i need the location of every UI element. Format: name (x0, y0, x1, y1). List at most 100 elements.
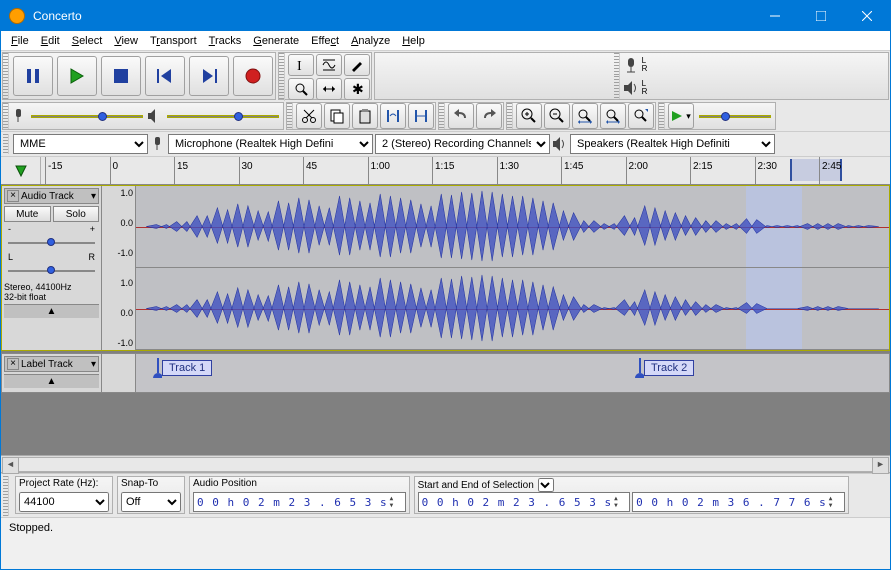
timeline-tick: 2:30 (755, 157, 777, 184)
track-name[interactable]: Label Track (21, 359, 89, 370)
playback-device-select[interactable]: Speakers (Realtek High Definiti (570, 134, 775, 154)
grip[interactable] (614, 76, 620, 99)
waveform-left[interactable] (136, 186, 889, 268)
track-collapse-button[interactable]: ▲ (4, 304, 99, 318)
audio-position-field[interactable]: 0 0 h 0 2 m 2 3 . 6 5 3 s▲▼ (193, 492, 406, 512)
record-button[interactable] (233, 56, 273, 96)
menu-effect[interactable]: Effect (305, 33, 345, 49)
mute-button[interactable]: Mute (4, 206, 51, 222)
paste-button[interactable] (352, 103, 378, 129)
undo-button[interactable] (448, 103, 474, 129)
grip[interactable] (3, 103, 9, 129)
grip[interactable] (3, 134, 9, 154)
envelope-tool[interactable] (316, 54, 342, 76)
selection-start-field[interactable]: 0 0 h 0 2 m 2 3 . 6 5 3 s▲▼ (418, 492, 631, 512)
grip[interactable] (279, 53, 285, 101)
timeline-tick: 2:00 (626, 157, 648, 184)
menu-tracks[interactable]: Tracks (203, 33, 248, 49)
selection-end-field[interactable]: 0 0 h 0 2 m 3 6 . 7 7 6 s▲▼ (632, 492, 845, 512)
pan-slider[interactable] (8, 264, 95, 278)
track-close-button[interactable]: × (7, 190, 19, 202)
menu-file[interactable]: File (5, 33, 35, 49)
redo-button[interactable] (476, 103, 502, 129)
grip[interactable] (3, 53, 9, 99)
skip-end-button[interactable] (189, 56, 229, 96)
multi-tool[interactable]: ✱ (344, 78, 370, 100)
fit-project-button[interactable] (600, 103, 626, 129)
minimize-button[interactable] (752, 1, 798, 31)
mic-icon[interactable] (622, 56, 640, 74)
trim-button[interactable] (380, 103, 406, 129)
zoom-out-button[interactable] (544, 103, 570, 129)
track-collapse-button[interactable]: ▲ (4, 374, 99, 388)
play-at-speed-button[interactable] (668, 103, 694, 129)
timeline-tick: 15 (174, 157, 188, 184)
mic-icon (150, 136, 166, 152)
label-text[interactable]: Track 1 (162, 360, 212, 376)
timeline-tick: 2:15 (690, 157, 712, 184)
record-volume-slider[interactable] (27, 106, 147, 126)
grip[interactable] (659, 103, 665, 129)
grip[interactable] (507, 103, 513, 129)
fit-selection-button[interactable] (572, 103, 598, 129)
play-button[interactable] (57, 56, 97, 96)
project-rate-select[interactable]: 44100 (19, 492, 109, 512)
pause-button[interactable] (13, 56, 53, 96)
track-menu-button[interactable]: ▾ (91, 359, 96, 370)
track-menu-button[interactable]: ▾ (91, 191, 96, 202)
label-area[interactable]: Track 1 Track 2 (136, 354, 889, 392)
toolbar-row-2 (1, 101, 890, 131)
playback-speed-slider[interactable] (695, 106, 775, 126)
grip[interactable] (287, 103, 293, 129)
recording-device-select[interactable]: Microphone (Realtek High Defini (168, 134, 373, 154)
draw-tool[interactable] (344, 54, 370, 76)
audio-host-select[interactable]: MME (13, 134, 148, 154)
audio-track: × Audio Track ▾ Mute Solo -+ LR Stereo, … (1, 185, 890, 351)
waveform-area[interactable] (136, 186, 889, 350)
label-marker-1[interactable]: Track 1 (152, 358, 212, 378)
menu-transport[interactable]: Transport (144, 33, 203, 49)
grip[interactable] (3, 476, 9, 516)
gain-slider[interactable] (8, 236, 95, 250)
menu-edit[interactable]: Edit (35, 33, 66, 49)
menu-help[interactable]: Help (396, 33, 431, 49)
playback-volume-slider[interactable] (163, 106, 283, 126)
snap-to-select[interactable]: Off (121, 492, 181, 512)
menu-generate[interactable]: Generate (247, 33, 305, 49)
cut-button[interactable] (296, 103, 322, 129)
gain-minus: - (8, 224, 11, 234)
statusbar: Stopped. (1, 517, 890, 537)
pinned-play-head[interactable] (1, 157, 41, 184)
speaker-icon[interactable] (622, 79, 640, 97)
horizontal-scrollbar[interactable] (1, 455, 890, 473)
waveform-right[interactable] (136, 268, 889, 350)
selection-tool[interactable]: I (288, 54, 314, 76)
menu-view[interactable]: View (108, 33, 144, 49)
vertical-scale[interactable]: 1.0 0.0 -1.0 1.0 0.0 -1.0 (102, 186, 136, 350)
close-button[interactable] (844, 1, 890, 31)
copy-button[interactable] (324, 103, 350, 129)
zoom-toggle-button[interactable] (628, 103, 654, 129)
zoom-tool[interactable] (288, 78, 314, 100)
time-ruler[interactable]: -1501530451:001:151:301:452:002:152:302:… (41, 157, 890, 184)
zoom-in-button[interactable] (516, 103, 542, 129)
recording-channels-select[interactable]: 2 (Stereo) Recording Channels (375, 134, 550, 154)
label-marker-2[interactable]: Track 2 (634, 358, 694, 378)
maximize-button[interactable] (798, 1, 844, 31)
grip[interactable] (439, 103, 445, 129)
menu-analyze[interactable]: Analyze (345, 33, 396, 49)
track-name[interactable]: Audio Track (21, 191, 89, 202)
timeline[interactable]: -1501530451:001:151:301:452:002:152:302:… (1, 157, 890, 185)
solo-button[interactable]: Solo (53, 206, 100, 222)
menu-select[interactable]: Select (66, 33, 109, 49)
stop-button[interactable] (101, 56, 141, 96)
playatspeed-toolbar (658, 102, 776, 130)
selection-format-select[interactable] (538, 478, 554, 492)
grip[interactable] (614, 53, 620, 76)
label-text[interactable]: Track 2 (644, 360, 694, 376)
skip-start-button[interactable] (145, 56, 185, 96)
scrollbar-track[interactable] (17, 457, 874, 472)
silence-button[interactable] (408, 103, 434, 129)
timeshift-tool[interactable] (316, 78, 342, 100)
track-close-button[interactable]: × (7, 358, 19, 370)
